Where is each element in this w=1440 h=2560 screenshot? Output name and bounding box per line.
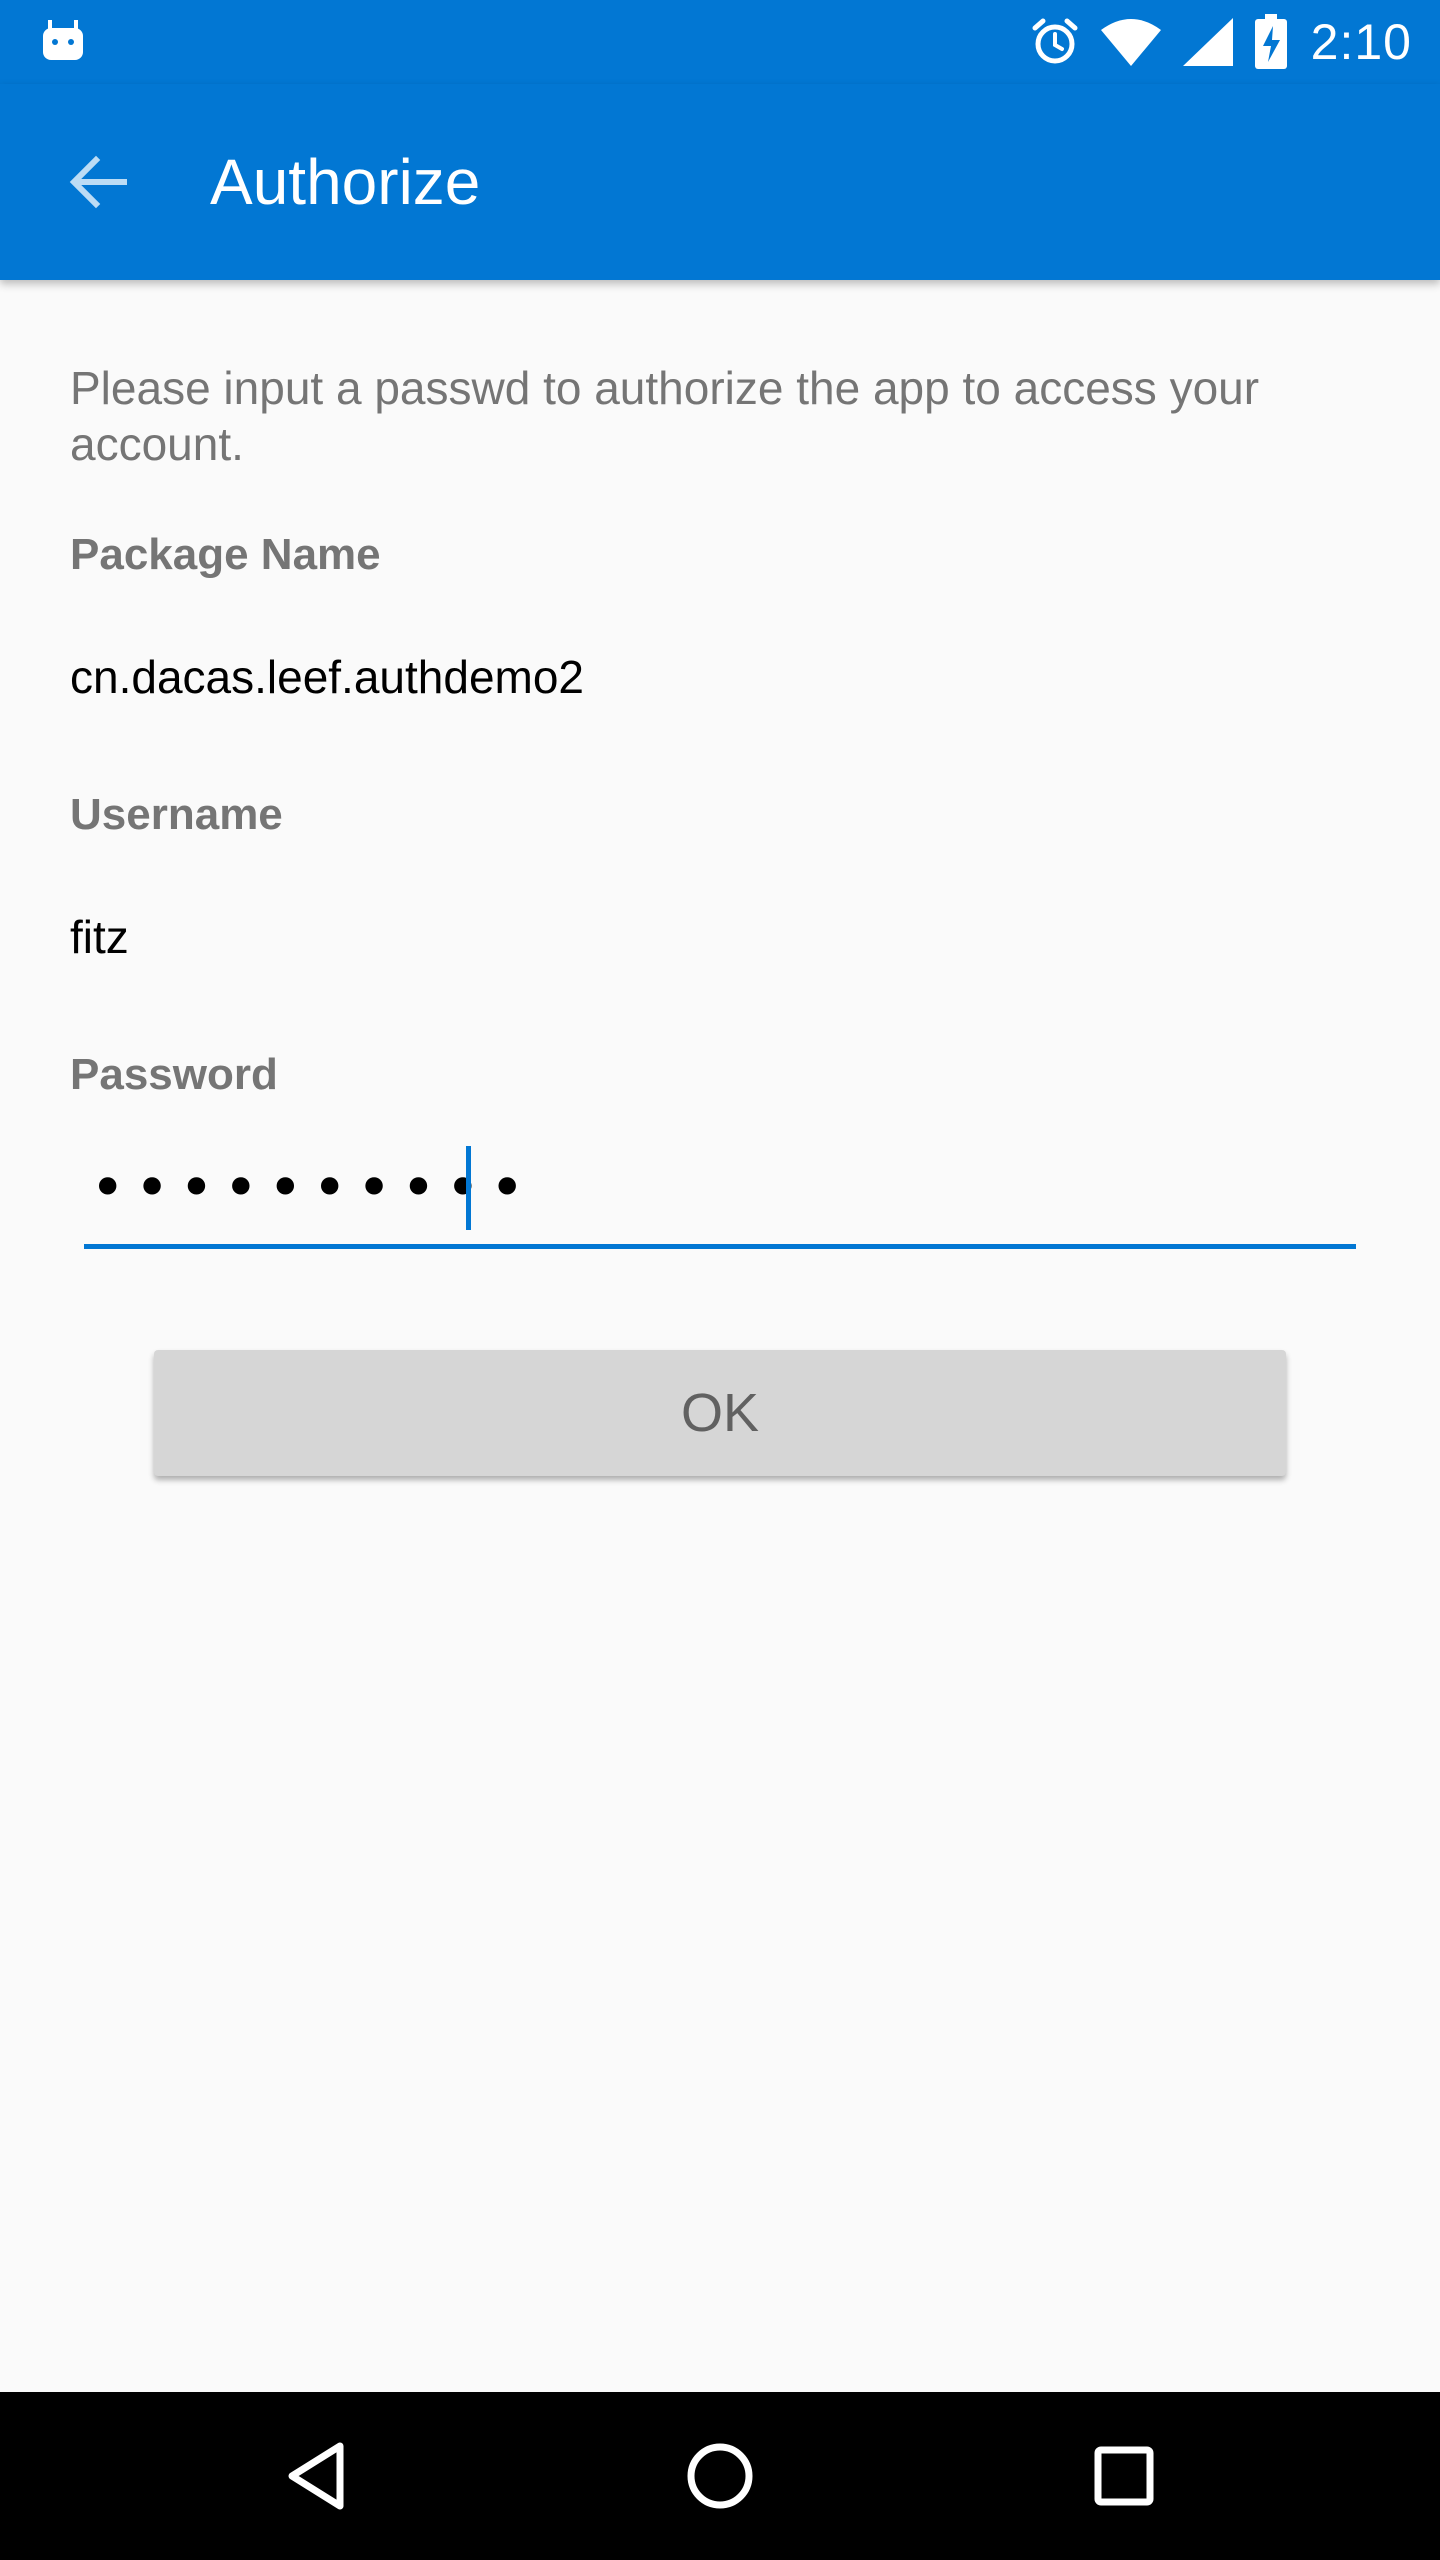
- arrow-back-icon: [69, 155, 127, 209]
- password-label: Password: [70, 1050, 278, 1099]
- username-label: Username: [70, 790, 283, 839]
- status-bar: 2:10: [0, 0, 1440, 84]
- status-icons: 2:10: [1011, 10, 1412, 74]
- alarm-icon: [1029, 16, 1081, 68]
- cell-signal-icon: [1181, 16, 1235, 68]
- text-cursor: [466, 1146, 471, 1230]
- navigation-bar: [0, 2392, 1440, 2560]
- recents-square-icon: [1094, 2446, 1154, 2506]
- battery-charging-icon: [1253, 14, 1289, 70]
- nav-recents-button[interactable]: [1074, 2426, 1174, 2526]
- back-triangle-icon: [288, 2442, 344, 2510]
- page-title: Authorize: [210, 146, 481, 218]
- android-icon: [43, 20, 83, 60]
- status-time: 2:10: [1310, 14, 1412, 70]
- wifi-icon: [1099, 16, 1163, 68]
- ok-button[interactable]: OK: [154, 1350, 1286, 1476]
- nav-back-button[interactable]: [266, 2426, 366, 2526]
- app-bar: Authorize: [0, 84, 1440, 280]
- back-button[interactable]: [50, 134, 146, 230]
- nav-home-button[interactable]: [670, 2426, 770, 2526]
- home-circle-icon: [687, 2443, 753, 2509]
- intro-text: Please input a passwd to authorize the a…: [70, 362, 1260, 470]
- password-input[interactable]: ••••••••••: [84, 1140, 1356, 1249]
- username-value: fitz: [70, 911, 129, 963]
- ok-button-label: OK: [680, 1383, 760, 1443]
- package-name-value: cn.dacas.leef.authdemo2: [70, 651, 585, 703]
- package-name-label: Package Name: [70, 530, 381, 579]
